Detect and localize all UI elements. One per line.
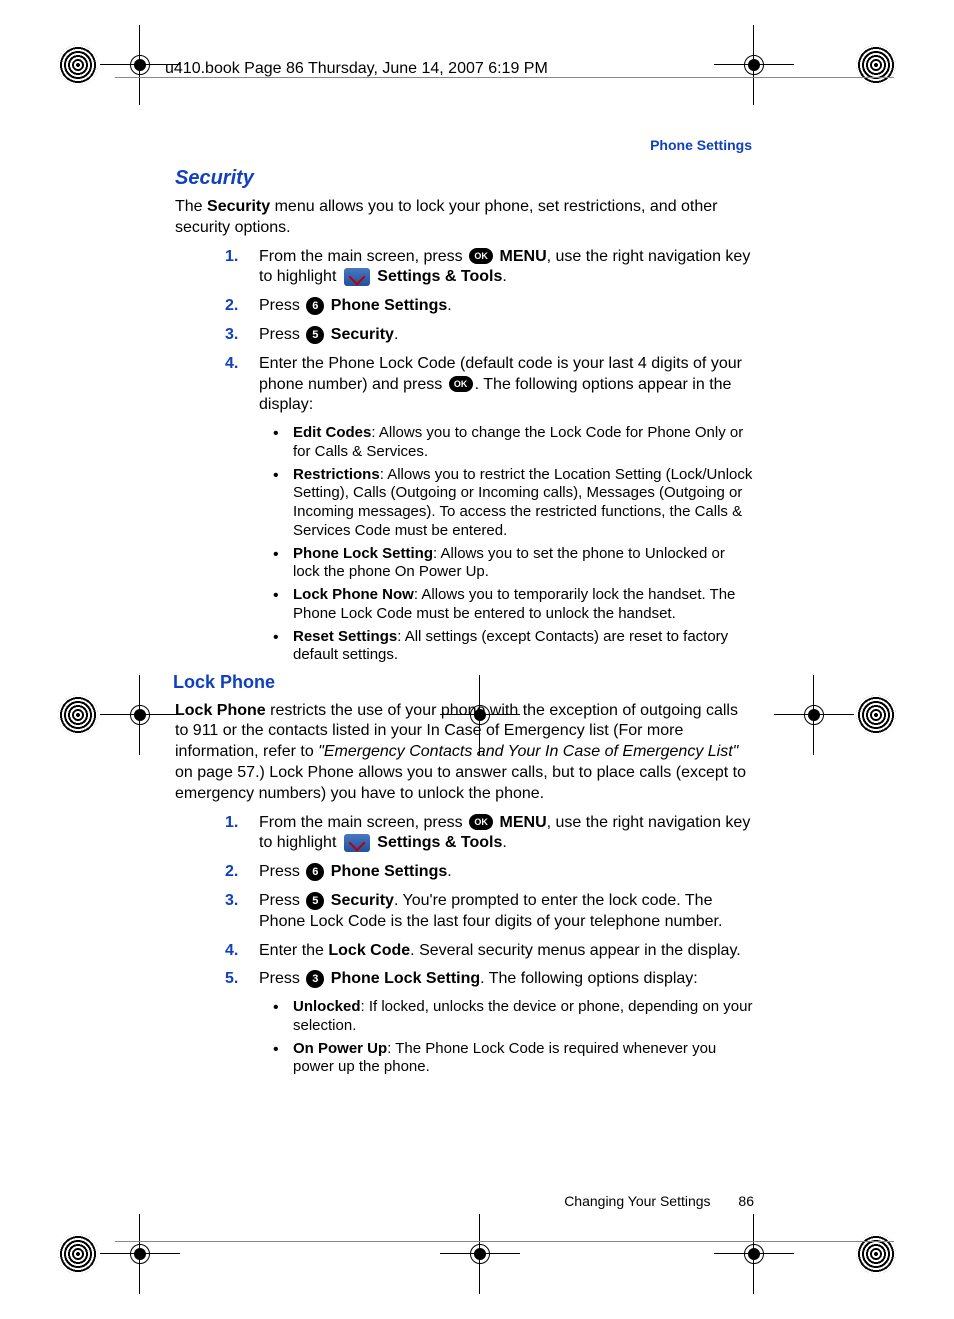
footer-text: Changing Your Settings (564, 1193, 710, 1209)
step-number: 4. (225, 941, 238, 962)
intro-paragraph: The Security menu allows you to lock you… (175, 197, 755, 239)
print-mark-icon (856, 695, 896, 735)
list-item: Phone Lock Setting: Allows you to set th… (273, 545, 755, 583)
list-item: 4. Enter the Phone Lock Code (default cod… (225, 354, 755, 416)
list-item-text: From the main screen, press OK MENU, use… (259, 248, 750, 286)
settings-tools-icon (344, 268, 370, 286)
key-5-icon: 5 (306, 892, 324, 910)
list-item: 1. From the main screen, press OK MENU, u… (225, 813, 755, 855)
steps-list-1: 1. From the main screen, press OK MENU, u… (225, 247, 755, 417)
list-item-text: Unlocked: If locked, unlocks the device … (293, 998, 752, 1034)
list-item-text: From the main screen, press OK MENU, use… (259, 814, 750, 852)
registration-target-icon (734, 45, 774, 85)
list-item-text: Lock Phone Now: Allows you to temporaril… (293, 586, 735, 622)
list-item-text: Press 3 Phone Lock Setting. The followin… (259, 970, 698, 987)
header-stamp: u410.book Page 86 Thursday, June 14, 200… (165, 60, 548, 78)
page-footer: Changing Your Settings 86 (564, 1193, 754, 1209)
list-item: Restrictions: Allows you to restrict the… (273, 466, 755, 541)
list-item-text: Enter the Phone Lock Code (default code … (259, 355, 742, 414)
list-item: Edit Codes: Allows you to change the Loc… (273, 424, 755, 462)
list-item: 4. Enter the Lock Code. Several security … (225, 941, 755, 962)
list-item-text: Phone Lock Setting: Allows you to set th… (293, 545, 725, 581)
step-number: 1. (225, 247, 238, 268)
list-item: 2. Press 6 Phone Settings. (225, 862, 755, 883)
settings-tools-icon (344, 834, 370, 852)
print-mark-icon (856, 1234, 896, 1274)
list-item: 3. Press 5 Security. (225, 325, 755, 346)
heading-lock-phone: Lock Phone (173, 671, 755, 694)
list-item-text: Press 5 Security. You're prompted to ent… (259, 892, 722, 930)
lockphone-intro: Lock Phone restricts the use of your pho… (175, 701, 755, 805)
registration-target-icon (120, 45, 160, 85)
registration-target-icon (734, 1234, 774, 1274)
list-item: 1. From the main screen, press OK MENU, u… (225, 247, 755, 289)
list-item: On Power Up: The Phone Lock Code is requ… (273, 1040, 755, 1078)
heading-security: Security (175, 165, 755, 191)
list-item-text: Edit Codes: Allows you to change the Loc… (293, 424, 743, 460)
ok-key-icon: OK (469, 248, 493, 264)
list-item-text: Restrictions: Allows you to restrict the… (293, 466, 752, 539)
list-item: 5. Press 3 Phone Lock Setting. The follow… (225, 969, 755, 990)
list-item: Reset Settings: All settings (except Con… (273, 628, 755, 666)
list-item-text: On Power Up: The Phone Lock Code is requ… (293, 1040, 716, 1076)
key-5-icon: 5 (306, 326, 324, 344)
list-item-text: Press 6 Phone Settings. (259, 863, 452, 880)
footer-rule (115, 1241, 894, 1242)
list-item: Lock Phone Now: Allows you to temporaril… (273, 586, 755, 624)
list-item-text: Press 5 Security. (259, 326, 398, 343)
registration-target-icon (794, 695, 834, 735)
step-number: 2. (225, 296, 238, 317)
registration-target-icon (460, 1234, 500, 1274)
step-number: 4. (225, 354, 238, 375)
list-item: Unlocked: If locked, unlocks the device … (273, 998, 755, 1036)
ok-key-icon: OK (449, 376, 473, 392)
step-number: 5. (225, 969, 238, 990)
list-item-text: Reset Settings: All settings (except Con… (293, 628, 728, 664)
list-item: 3. Press 5 Security. You're prompted to e… (225, 891, 755, 933)
footer-page-number: 86 (738, 1193, 754, 1209)
step-number: 2. (225, 862, 238, 883)
bullets-list-1: Edit Codes: Allows you to change the Loc… (273, 424, 755, 665)
print-mark-icon (58, 45, 98, 85)
registration-target-icon (120, 695, 160, 735)
print-mark-icon (58, 1234, 98, 1274)
step-number: 3. (225, 891, 238, 912)
print-mark-icon (856, 45, 896, 85)
key-3-icon: 3 (306, 970, 324, 988)
print-mark-icon (58, 695, 98, 735)
bullets-list-2: Unlocked: If locked, unlocks the device … (273, 998, 755, 1077)
registration-target-icon (120, 1234, 160, 1274)
ok-key-icon: OK (469, 814, 493, 830)
step-number: 1. (225, 813, 238, 834)
list-item-text: Press 6 Phone Settings. (259, 297, 452, 314)
step-number: 3. (225, 325, 238, 346)
list-item-text: Enter the Lock Code. Several security me… (259, 942, 741, 959)
steps-list-2: 1. From the main screen, press OK MENU, u… (225, 813, 755, 991)
key-6-icon: 6 (306, 297, 324, 315)
list-item: 2. Press 6 Phone Settings. (225, 296, 755, 317)
page-content: Security The Security menu allows you to… (175, 135, 755, 1081)
key-6-icon: 6 (306, 863, 324, 881)
